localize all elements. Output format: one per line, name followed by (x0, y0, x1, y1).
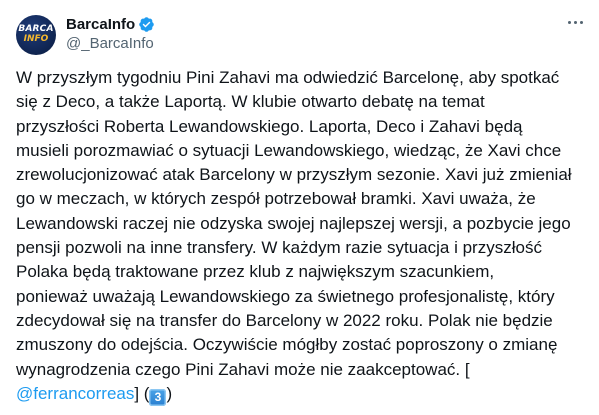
tweet-line: musieli porozmawiać o sytuacji Lewandows… (16, 140, 562, 160)
tweet-line: pensji pozwoli na inne transfery. W każd… (16, 238, 542, 258)
more-dot (579, 20, 583, 24)
user-handle[interactable]: @_BarcaInfo (66, 35, 155, 54)
closing-paren: ) (166, 383, 173, 403)
avatar[interactable]: BARCA INFO (16, 15, 56, 55)
more-options-icon[interactable] (565, 14, 585, 30)
tweet-line: zmuszony do odejścia. Oczywiście mógłby … (16, 335, 558, 355)
keycap-digit-three-icon: 3 (149, 388, 167, 406)
tweet-line: Polaka będą traktowane przez klub z najw… (16, 262, 495, 282)
tweet-header: BarcaInfo @_BarcaInfo (66, 15, 155, 54)
verified-badge-icon (138, 16, 155, 33)
tweet-line: Lewandowski raczej nie odzyska swojej na… (16, 213, 571, 233)
tweet-line: ponieważ uważają Lewandowskiego za świet… (16, 286, 555, 306)
tweet-line: przyszłości Roberta Lewandowskiego. Lapo… (16, 116, 523, 136)
name-row: BarcaInfo (66, 15, 155, 34)
mention-suffix: ] ( (134, 383, 150, 403)
tweet-line: się z Deco, a także Laportą. W klubie ot… (16, 92, 485, 112)
tweet-line: zrewolucjonizować atak Barcelony w przys… (16, 165, 572, 185)
tweet-card: BARCA INFO BarcaInfo @_BarcaInfo W przys… (0, 0, 599, 415)
tweet-line: W przyszłym tygodniu Pini Zahavi ma odwi… (16, 68, 560, 87)
avatar-logo: BARCA INFO (16, 24, 56, 44)
more-dot (567, 20, 571, 24)
tweet-line: wynagrodzenia czego Pini Zahavi może nie… (16, 359, 470, 379)
more-dot (573, 20, 577, 24)
display-name[interactable]: BarcaInfo (66, 16, 135, 33)
avatar-logo-line2: INFO (23, 34, 49, 44)
tweet-text: W przyszłym tygodniu Pini Zahavi ma odwi… (16, 66, 588, 406)
tweet-line: go w meczach, w których zespół potrzebow… (16, 189, 536, 209)
avatar-logo-line1: BARCA (18, 24, 54, 34)
mention-link[interactable]: @ferrancorreas (16, 384, 134, 403)
tweet-line: zdecydował się na transfer do Barcelony … (16, 310, 553, 330)
